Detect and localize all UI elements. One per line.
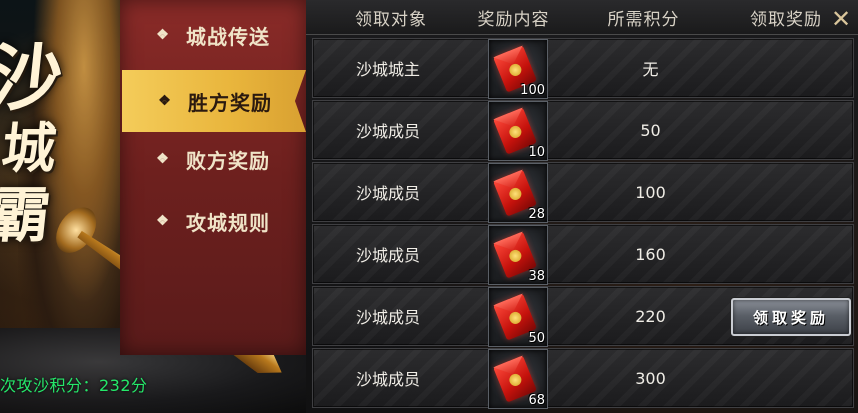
menu-item-label: 城战传送 (186, 24, 270, 49)
target-cell: 沙城城主 (355, 60, 420, 79)
rewards-table: 领取对象 奖励内容 所需积分 领取奖励 沙城城主 100 无 沙城成员 10 5… (306, 0, 858, 413)
table-row: 沙城成员 38 160 (312, 224, 854, 285)
menu-item-label: 胜方奖励 (188, 90, 272, 115)
header-points: 所需积分 (607, 9, 680, 30)
reward-slot[interactable]: 100 (488, 39, 548, 99)
reward-quantity: 28 (528, 207, 545, 222)
siege-score-text: 次攻沙积分：232分 (0, 376, 148, 395)
menu-item-city-teleport[interactable]: ❖ 城战传送 (120, 4, 306, 66)
side-menu: ❖ 城战传送 ❖ 胜方奖励 ❖ 败方奖励 ❖ 攻城规则 (120, 0, 308, 355)
menu-item-label: 败方奖励 (186, 148, 270, 173)
envelope-seal (507, 62, 524, 78)
calligraphy-char-1: 沙 (0, 35, 69, 120)
points-cell: 300 (635, 368, 666, 388)
reward-slot[interactable]: 10 (488, 101, 548, 161)
reward-quantity: 10 (528, 145, 545, 160)
envelope-seal (507, 124, 524, 140)
menu-item-label: 攻城规则 (186, 210, 270, 235)
reward-slot[interactable]: 38 (488, 225, 548, 285)
claim-reward-button[interactable]: 领取奖励 (731, 298, 851, 336)
envelope-seal (507, 310, 524, 326)
calligraphy-char-3: 霸 (0, 181, 56, 251)
menu-item-siege-rules[interactable]: ❖ 攻城规则 (120, 190, 306, 252)
diamond-icon: ❖ (156, 151, 170, 167)
target-cell: 沙城成员 (355, 246, 420, 265)
envelope-seal (507, 248, 524, 264)
points-cell: 100 (635, 182, 666, 202)
points-cell: 50 (640, 120, 661, 140)
reward-quantity: 38 (528, 269, 545, 284)
points-cell: 无 (642, 60, 659, 79)
envelope-seal (507, 372, 524, 388)
table-row: 沙城成员 10 50 (312, 100, 854, 161)
calligraphy-char-2: 城 (0, 116, 62, 180)
target-cell: 沙城成员 (355, 308, 420, 327)
table-row: 沙城城主 100 无 (312, 38, 854, 99)
diamond-icon: ❖ (158, 93, 172, 109)
header-target: 领取对象 (355, 9, 427, 30)
diamond-icon: ❖ (156, 27, 170, 43)
table-header: 领取对象 奖励内容 所需积分 领取奖励 (306, 0, 858, 35)
reward-slot[interactable]: 28 (488, 163, 548, 223)
close-icon[interactable]: ✕ (828, 5, 854, 33)
reward-quantity: 100 (520, 83, 545, 98)
header-reward: 奖励内容 (477, 9, 550, 30)
diamond-icon: ❖ (156, 213, 170, 229)
envelope-seal (507, 186, 524, 202)
target-cell: 沙城成员 (355, 370, 420, 389)
table-row: 沙城成员 68 300 (312, 348, 854, 409)
points-cell: 220 (635, 306, 666, 326)
menu-item-winner-rewards[interactable]: ❖ 胜方奖励 (122, 70, 306, 132)
reward-slot[interactable]: 68 (488, 349, 548, 409)
points-cell: 160 (635, 244, 666, 264)
reward-quantity: 50 (528, 331, 545, 346)
table-row: 沙城成员 50 220 领取奖励 (312, 286, 854, 347)
target-cell: 沙城成员 (355, 122, 420, 141)
target-cell: 沙城成员 (355, 184, 420, 203)
menu-item-loser-rewards[interactable]: ❖ 败方奖励 (120, 128, 306, 190)
reward-quantity: 68 (528, 393, 545, 408)
reward-slot[interactable]: 50 (488, 287, 548, 347)
table-row: 沙城成员 28 100 (312, 162, 854, 223)
